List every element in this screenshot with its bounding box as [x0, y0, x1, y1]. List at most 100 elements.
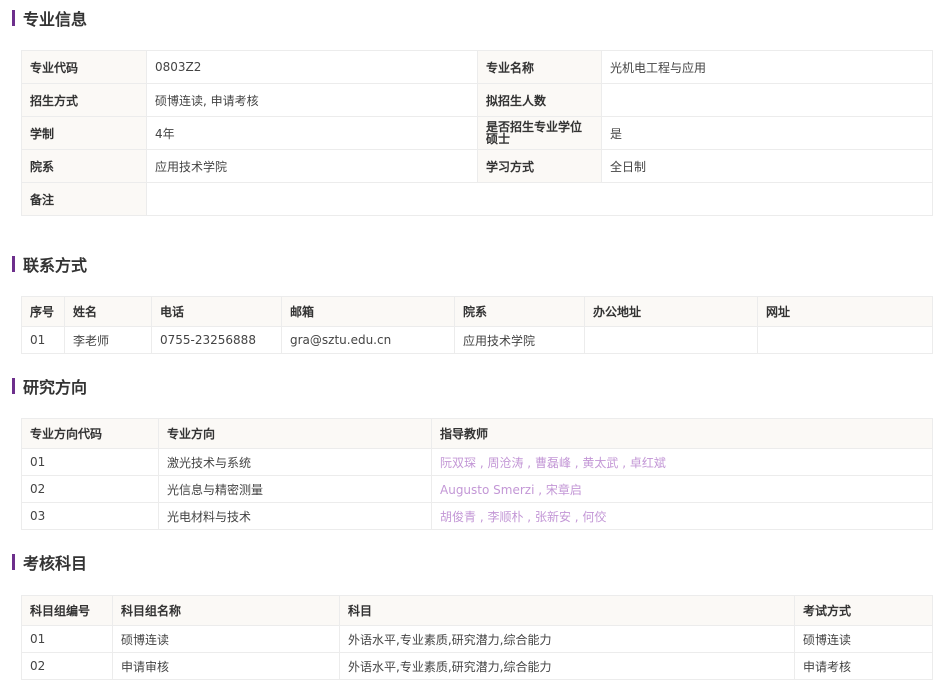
cell-office [584, 326, 758, 354]
cell-advisors: 阮双琛 , 周沧涛 , 曹磊峰 , 黄太武 , 卓红斌 [431, 448, 933, 476]
table-row: 招生方式 硕博连读, 申请考核 拟招生人数 [21, 83, 933, 117]
col-header-advisors: 指导教师 [431, 418, 933, 449]
section-title-text: 考核科目 [23, 554, 88, 573]
label-duration: 学制 [21, 116, 147, 150]
cell-direction-code: 03 [21, 502, 159, 530]
cell-index: 01 [21, 326, 65, 354]
cell-department: 应用技术学院 [454, 326, 585, 354]
col-header-group-name: 科目组名称 [112, 595, 340, 626]
exam-table: 科目组编号 科目组名称 科目 考试方式 01 硕博连读 外语水平,专业素质,研究… [21, 595, 933, 680]
label-department: 院系 [21, 149, 147, 183]
cell-direction: 光信息与精密测量 [158, 475, 432, 503]
cell-exam-method: 硕博连读 [794, 625, 933, 653]
cell-subjects: 外语水平,专业素质,研究潜力,综合能力 [339, 652, 795, 680]
teacher-separator: , [618, 455, 630, 470]
cell-group-name: 申请审核 [112, 652, 340, 680]
cell-group-name: 硕博连读 [112, 625, 340, 653]
col-header-name: 姓名 [64, 296, 152, 327]
teacher-link[interactable]: 阮双琛 [440, 456, 476, 470]
teacher-separator: , [523, 455, 535, 470]
teacher-separator: , [570, 455, 583, 470]
title-bar-icon [12, 256, 15, 272]
teacher-separator: , [570, 509, 583, 524]
teacher-link[interactable]: 宋章启 [546, 483, 582, 497]
title-bar-icon [12, 554, 15, 570]
section-title-text: 专业信息 [23, 10, 88, 29]
col-header-website: 网址 [757, 296, 933, 327]
value-enroll-method: 硕博连读, 申请考核 [146, 83, 478, 117]
value-professional-degree: 是 [601, 116, 933, 150]
label-remark: 备注 [21, 182, 147, 216]
table-row: 院系 应用技术学院 学习方式 全日制 [21, 149, 933, 183]
cell-name: 李老师 [64, 326, 152, 354]
table-row: 备注 [21, 182, 933, 216]
value-remark [146, 182, 933, 216]
cell-subjects: 外语水平,专业素质,研究潜力,综合能力 [339, 625, 795, 653]
label-professional-degree-text: 是否招生专业学位硕士 [486, 120, 583, 146]
teacher-separator: , [476, 455, 488, 470]
teacher-link[interactable]: 李顺朴 [487, 510, 523, 524]
table-header-row: 序号 姓名 电话 邮箱 院系 办公地址 网址 [21, 296, 933, 327]
contact-table: 序号 姓名 电话 邮箱 院系 办公地址 网址 01 李老师 0755-23256… [21, 296, 933, 354]
teacher-link[interactable]: 卓红斌 [630, 456, 666, 470]
table-header-row: 科目组编号 科目组名称 科目 考试方式 [21, 595, 933, 626]
label-major-name: 专业名称 [477, 50, 602, 84]
cell-phone: 0755-23256888 [151, 326, 282, 354]
section-title-text: 联系方式 [23, 256, 88, 275]
label-professional-degree: 是否招生专业学位硕士 [477, 116, 602, 150]
title-bar-icon [12, 378, 15, 394]
teacher-link[interactable]: 何佼 [582, 510, 606, 524]
col-header-department: 院系 [454, 296, 585, 327]
col-header-subjects: 科目 [339, 595, 795, 626]
cell-website [757, 326, 933, 354]
col-header-exam-method: 考试方式 [794, 595, 933, 626]
value-duration: 4年 [146, 116, 478, 150]
label-planned-count: 拟招生人数 [477, 83, 602, 117]
table-row: 01 硕博连读 外语水平,专业素质,研究潜力,综合能力 硕博连读 [21, 625, 933, 653]
col-header-index: 序号 [21, 296, 65, 327]
section-title-major-info: 专业信息 [12, 7, 87, 29]
value-major-name: 光机电工程与应用 [601, 50, 933, 84]
table-row: 02 申请审核 外语水平,专业素质,研究潜力,综合能力 申请考核 [21, 652, 933, 680]
table-row: 学制 4年 是否招生专业学位硕士 是 [21, 116, 933, 150]
teacher-link[interactable]: 张新安 [535, 510, 571, 524]
teacher-link[interactable]: 曹磊峰 [535, 456, 571, 470]
value-study-mode: 全日制 [601, 149, 933, 183]
teacher-separator: , [476, 509, 488, 524]
cell-direction: 光电材料与技术 [158, 502, 432, 530]
cell-direction-code: 02 [21, 475, 159, 503]
table-row: 03 光电材料与技术 胡俊青 , 李顺朴 , 张新安 , 何佼 [21, 502, 933, 530]
cell-group-id: 02 [21, 652, 113, 680]
teacher-link[interactable]: 周沧涛 [487, 456, 523, 470]
cell-direction-code: 01 [21, 448, 159, 476]
research-table: 专业方向代码 专业方向 指导教师 01 激光技术与系统 阮双琛 , 周沧涛 , 曹磊… [21, 418, 933, 530]
cell-advisors: 胡俊青 , 李顺朴 , 张新安 , 何佼 [431, 502, 933, 530]
table-row: 01 激光技术与系统 阮双琛 , 周沧涛 , 曹磊峰 , 黄太武 , 卓红斌 [21, 448, 933, 476]
cell-direction: 激光技术与系统 [158, 448, 432, 476]
major-info-table: 专业代码 0803Z2 专业名称 光机电工程与应用 招生方式 硕博连读, 申请考… [21, 50, 933, 216]
col-header-direction-code: 专业方向代码 [21, 418, 159, 449]
page: 专业信息 专业代码 0803Z2 专业名称 光机电工程与应用 招生方式 硕博连读… [0, 0, 946, 688]
label-study-mode: 学习方式 [477, 149, 602, 183]
section-title-exam: 考核科目 [12, 551, 87, 573]
label-enroll-method: 招生方式 [21, 83, 147, 117]
cell-exam-method: 申请考核 [794, 652, 933, 680]
teacher-link[interactable]: 胡俊青 [440, 510, 476, 524]
col-header-phone: 电话 [151, 296, 282, 327]
table-header-row: 专业方向代码 专业方向 指导教师 [21, 418, 933, 449]
col-header-office: 办公地址 [584, 296, 758, 327]
section-title-research: 研究方向 [12, 375, 87, 397]
cell-email: gra@sztu.edu.cn [281, 326, 455, 354]
value-planned-count [601, 83, 933, 117]
col-header-email: 邮箱 [281, 296, 455, 327]
table-row: 01 李老师 0755-23256888 gra@sztu.edu.cn 应用技… [21, 326, 933, 354]
value-major-code: 0803Z2 [146, 50, 478, 84]
title-bar-icon [12, 10, 15, 26]
teacher-link[interactable]: 黄太武 [582, 456, 618, 470]
teacher-link[interactable]: Augusto Smerzi [440, 483, 534, 497]
table-row: 专业代码 0803Z2 专业名称 光机电工程与应用 [21, 50, 933, 84]
value-department: 应用技术学院 [146, 149, 478, 183]
section-title-contact: 联系方式 [12, 253, 87, 275]
cell-group-id: 01 [21, 625, 113, 653]
teacher-separator: , [534, 482, 546, 497]
